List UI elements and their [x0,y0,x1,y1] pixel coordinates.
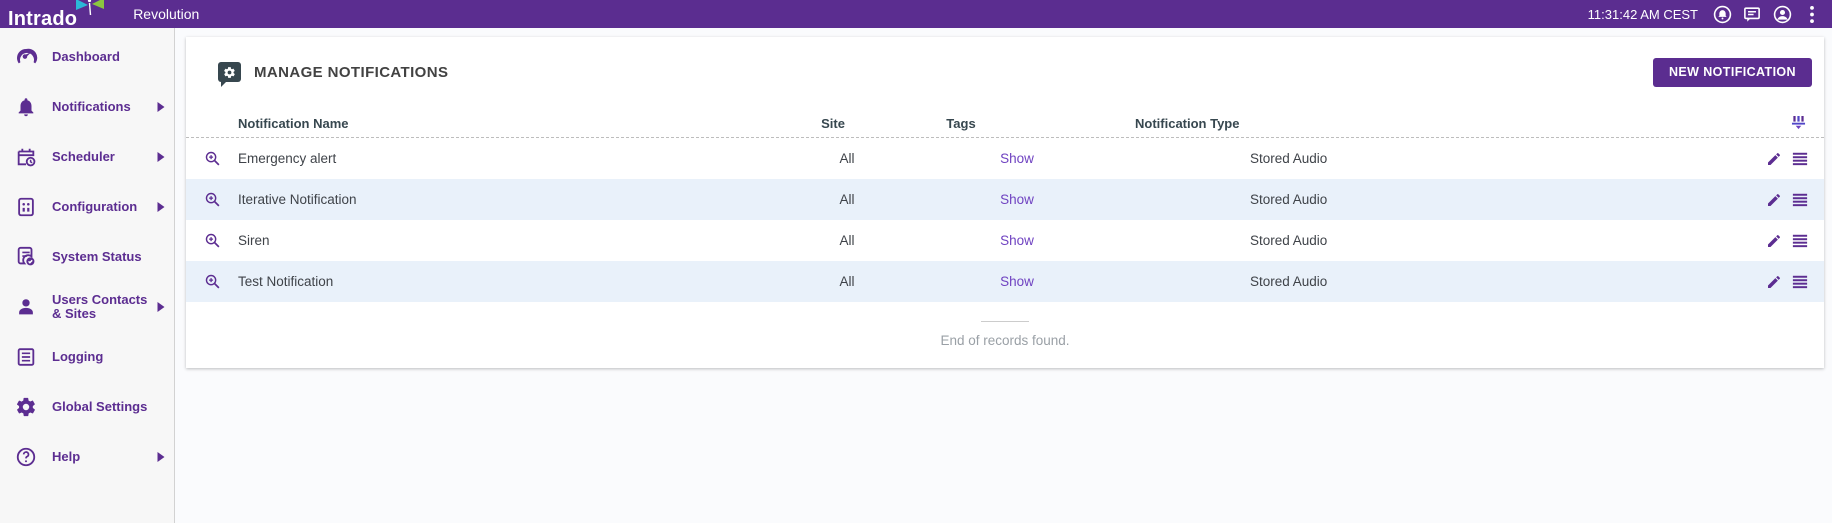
chevron-right-icon [156,452,165,462]
sidebar-item-help[interactable]: Help [0,432,174,482]
dashboard-gauge-icon [14,45,38,69]
row-menu-icon[interactable] [1792,275,1808,289]
sidebar-item-label: Users Contacts & Sites [52,292,148,321]
site-value: All [839,192,855,207]
tags-show-link[interactable]: Show [1000,233,1034,248]
sidebar-item-label: Dashboard [52,49,120,64]
edit-pencil-icon[interactable] [1766,274,1782,290]
control-panel-icon [14,195,38,219]
kebab-menu-icon[interactable] [1802,4,1822,24]
edit-pencil-icon[interactable] [1766,192,1782,208]
app-name: Revolution [133,6,200,22]
clock-text: 11:31:42 AM CEST [1587,6,1698,22]
table-row: Emergency alert All Show Stored Audio [186,138,1824,179]
end-of-records-message: End of records found. [940,333,1070,348]
panel-header: MANAGE NOTIFICATIONS NEW NOTIFICATION [186,37,1824,87]
sidebar-item-dashboard[interactable]: Dashboard [0,32,174,82]
account-icon[interactable] [1772,4,1792,24]
sidebar-item-notifications[interactable]: Notifications [0,82,174,132]
sidebar: Dashboard Notifications Scheduler Config… [0,28,175,523]
sidebar-item-global-settings[interactable]: Global Settings [0,382,174,432]
site-value: All [839,151,855,166]
dragonfly-icon [73,0,105,23]
notification-name: Emergency alert [238,151,337,166]
new-notification-button[interactable]: NEW NOTIFICATION [1653,57,1812,87]
calendar-clock-icon [14,145,38,169]
notification-type-value: Stored Audio [1250,151,1328,166]
gear-icon [14,395,38,419]
sidebar-item-label: Scheduler [52,149,115,164]
log-list-icon [14,345,38,369]
zoom-in-magnifier-icon[interactable] [204,150,238,167]
sidebar-item-logging[interactable]: Logging [0,332,174,382]
edit-pencil-icon[interactable] [1766,151,1782,167]
table-row: Iterative Notification All Show Stored A… [186,179,1824,220]
tags-show-link[interactable]: Show [1000,274,1034,289]
help-circle-icon [14,445,38,469]
table-row: Test Notification All Show Stored Audio [186,261,1824,302]
bell-icon [14,95,38,119]
top-bar: Intrado Revolution 11:31:42 AM CEST [0,0,1832,31]
zoom-in-magnifier-icon[interactable] [204,191,238,208]
column-header-notification-type[interactable]: Notification Type [1048,116,1648,131]
zoom-in-magnifier-icon[interactable] [204,232,238,249]
chevron-right-icon [156,302,165,312]
site-value: All [839,274,855,289]
sidebar-item-users-contacts-sites[interactable]: Users Contacts & Sites [0,282,174,332]
row-menu-icon[interactable] [1792,234,1808,248]
sidebar-item-label: Global Settings [52,399,148,414]
row-menu-icon[interactable] [1792,193,1808,207]
notification-name: Siren [238,233,270,248]
manage-notifications-panel: MANAGE NOTIFICATIONS NEW NOTIFICATION No… [186,37,1824,368]
row-menu-icon[interactable] [1792,152,1808,166]
notifications-table: Notification Name Site Tags Notification… [186,109,1824,302]
document-check-icon [14,245,38,269]
table-row: Siren All Show Stored Audio [186,220,1824,261]
page-title: MANAGE NOTIFICATIONS [254,63,449,81]
edit-pencil-icon[interactable] [1766,233,1782,249]
column-header-site[interactable]: Site [792,116,874,131]
intrado-logo[interactable]: Intrado [8,0,105,31]
sidebar-item-label: Notifications [52,99,131,114]
notification-type-value: Stored Audio [1250,233,1328,248]
notification-name: Test Notification [238,274,334,289]
site-value: All [839,233,855,248]
notification-type-value: Stored Audio [1250,192,1328,207]
end-divider [981,321,1029,322]
logo-text: Intrado [8,7,78,30]
sidebar-item-label: Configuration [52,199,138,214]
column-filter-icon[interactable] [1648,116,1808,130]
sidebar-item-label: System Status [52,249,142,264]
tags-show-link[interactable]: Show [1000,192,1034,207]
alarm-icon[interactable] [1712,4,1732,24]
column-header-tags[interactable]: Tags [874,116,1048,131]
sidebar-item-scheduler[interactable]: Scheduler [0,132,174,182]
sidebar-item-system-status[interactable]: System Status [0,232,174,282]
table-header-row: Notification Name Site Tags Notification… [186,109,1824,138]
notification-type-value: Stored Audio [1250,274,1328,289]
sidebar-item-configuration[interactable]: Configuration [0,182,174,232]
chevron-right-icon [156,202,165,212]
messages-icon[interactable] [1742,4,1762,24]
chevron-right-icon [156,152,165,162]
person-icon [14,295,38,319]
tags-show-link[interactable]: Show [1000,151,1034,166]
notification-settings-bubble-icon [218,62,241,87]
zoom-in-magnifier-icon[interactable] [204,273,238,290]
topbar-right: 11:31:42 AM CEST [1588,4,1822,24]
chevron-right-icon [156,102,165,112]
sidebar-item-label: Help [52,449,81,464]
column-header-notification-name[interactable]: Notification Name [238,116,792,131]
sidebar-item-label: Logging [52,349,104,364]
notification-name: Iterative Notification [238,192,357,207]
